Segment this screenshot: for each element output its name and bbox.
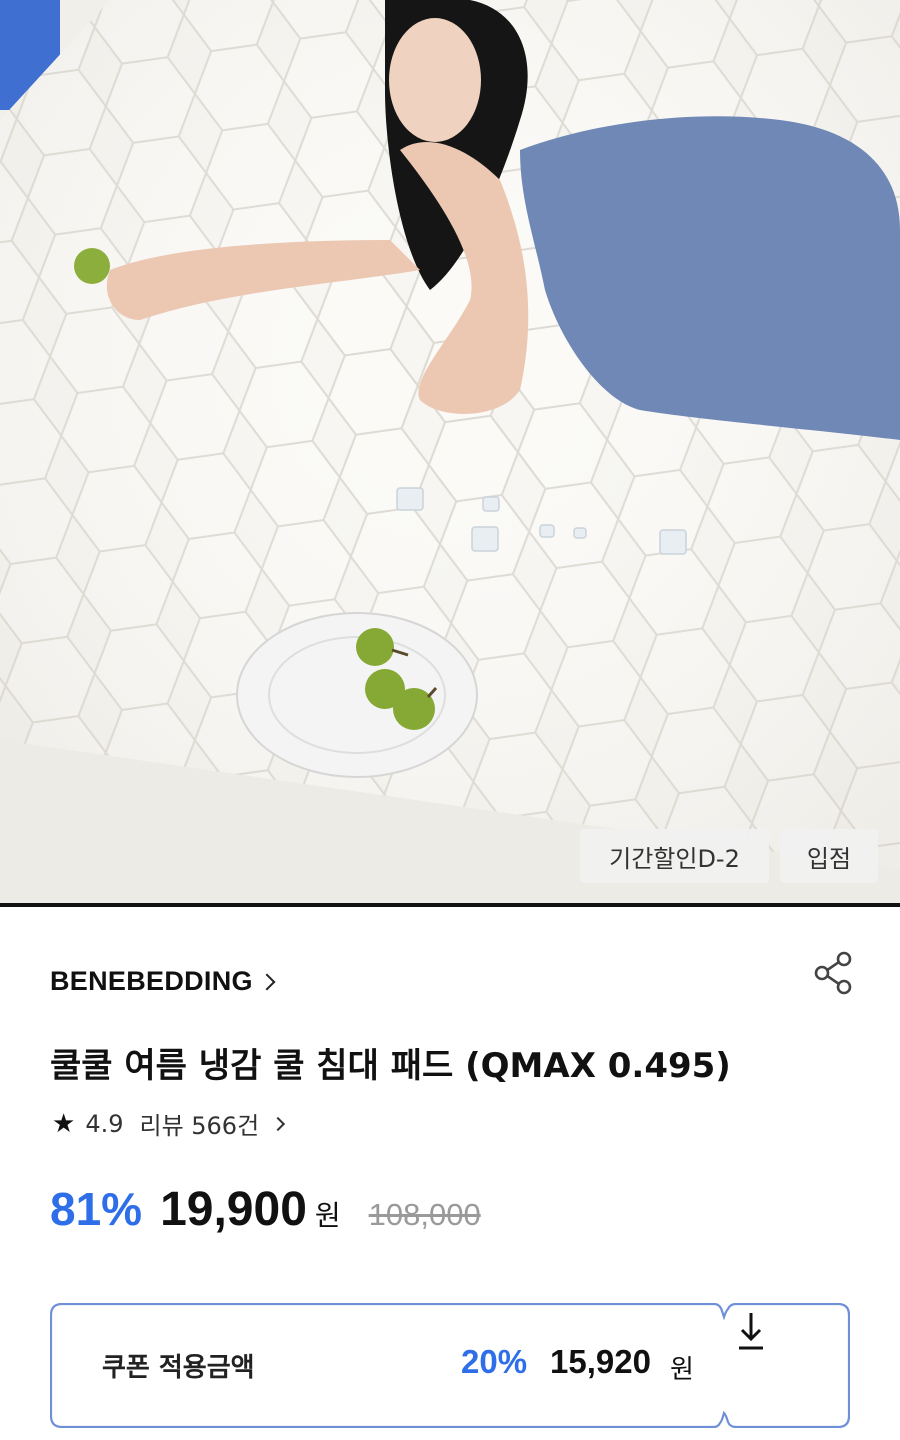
download-arrow-icon <box>739 1313 763 1350</box>
share-button[interactable] <box>812 950 856 996</box>
star-icon: ★ <box>52 1108 76 1139</box>
share-icon <box>814 951 852 995</box>
entry-badge: 입점 <box>780 829 878 883</box>
review-count: 리뷰 566건 <box>139 1112 260 1140</box>
chevron-right-icon <box>271 1116 286 1131</box>
entry-badge-label: 입점 <box>806 844 852 873</box>
hero-divider <box>0 903 900 907</box>
coupon-label: 쿠폰 적용금액 <box>102 1353 255 1383</box>
original-price: 108,000 <box>368 1197 481 1232</box>
brand-link[interactable]: BENEBEDDING <box>50 966 276 997</box>
hero-photo-illustration <box>0 0 900 903</box>
period-discount-badge: 기간할인D-2 <box>580 829 769 883</box>
chevron-right-icon <box>258 973 276 990</box>
product-hero-image[interactable]: 기간할인D-2 입점 <box>0 0 900 903</box>
coupon-price: 15,920 <box>550 1343 651 1380</box>
price-row: 81% 19,900 원 108,000 <box>50 1182 481 1237</box>
period-discount-badge-label: 기간할인D-2 <box>609 844 740 873</box>
sale-price: 19,900 <box>160 1183 307 1236</box>
brand-name: BENEBEDDING <box>50 966 253 996</box>
product-title: 쿨쿨 여름 냉감 쿨 침대 패드 (QMAX 0.495) <box>50 1046 731 1086</box>
rating-value: 4.9 <box>85 1109 124 1138</box>
coupon-discount-rate: 20% <box>461 1343 528 1380</box>
discount-rate: 81% <box>50 1183 143 1235</box>
coupon-price-box[interactable]: 쿠폰 적용금액 20% 15,920 원 <box>50 1303 850 1428</box>
coupon-currency-label: 원 <box>670 1355 694 1385</box>
rating-review-link[interactable]: ★ 4.9 리뷰 566건 <box>52 1106 286 1141</box>
coupon-download-button[interactable] <box>736 1311 844 1421</box>
currency-label: 원 <box>314 1199 341 1232</box>
